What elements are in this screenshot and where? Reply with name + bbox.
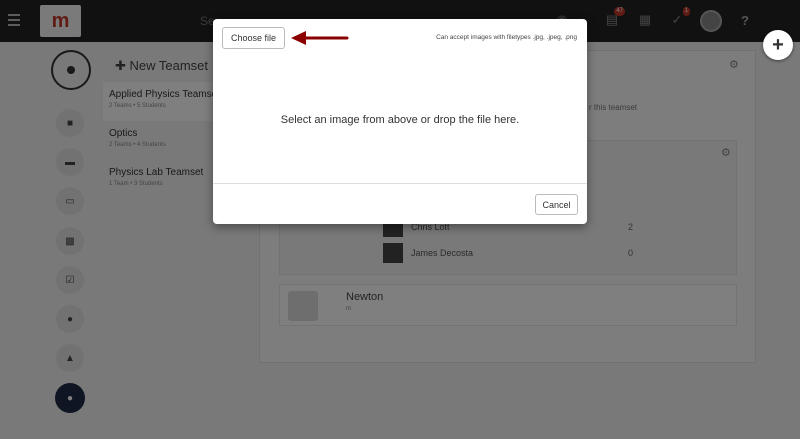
accepted-filetypes-text: Can accept images with filetypes .jpg, .… xyxy=(436,34,577,41)
drop-zone[interactable]: Select an image from above or drop the f… xyxy=(213,57,587,183)
modal-footer: Cancel xyxy=(213,183,587,224)
add-fab-button[interactable]: + xyxy=(763,30,793,60)
upload-image-modal: Choose file Can accept images with filet… xyxy=(213,19,587,224)
arrow-left-icon xyxy=(291,31,349,45)
drop-zone-text: Select an image from above or drop the f… xyxy=(280,114,520,126)
cancel-button[interactable]: Cancel xyxy=(535,194,578,215)
choose-file-button[interactable]: Choose file xyxy=(222,27,285,49)
